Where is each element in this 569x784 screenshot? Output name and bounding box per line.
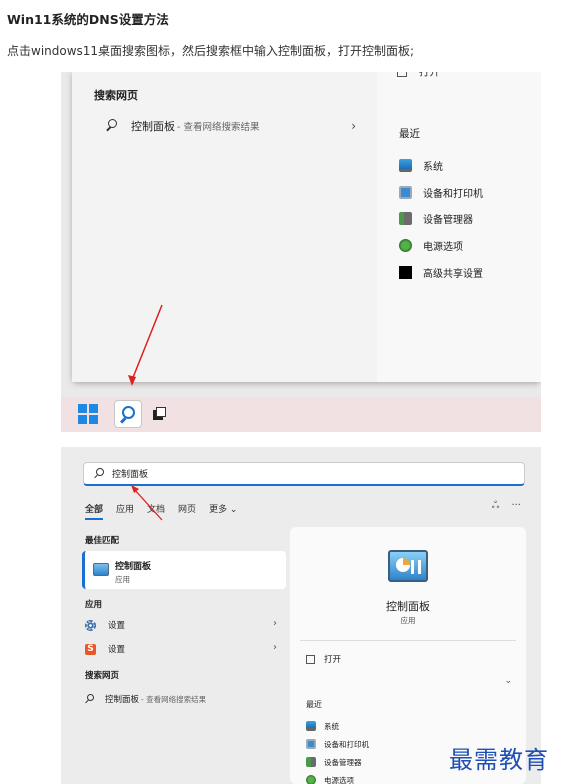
taskbar-search-button[interactable] (114, 400, 142, 428)
expand-chevron-icon[interactable]: ⌄ (504, 676, 512, 686)
control-panel-large-icon (388, 550, 428, 582)
gear-icon (85, 619, 96, 631)
search-icon (85, 693, 96, 705)
windows-start-icon[interactable] (78, 404, 98, 424)
red-arrow-annotation (128, 304, 163, 386)
printer-icon (306, 739, 316, 749)
best-match-type: 应用 (115, 575, 130, 584)
app-item-label: 设置 (108, 645, 126, 655)
recent-item-label: 系统 (324, 721, 339, 731)
open-action[interactable]: 打开 (306, 653, 341, 665)
s-app-icon: S (85, 643, 96, 655)
web-search-heading: 搜索网页 (85, 671, 120, 681)
chevron-right-icon[interactable]: › (273, 618, 277, 629)
red-arrow-annotation (131, 485, 163, 521)
app-item-settings[interactable]: 设置 › (85, 617, 277, 633)
web-search-result[interactable]: 控制面板 - 查看网络搜索结果 (85, 691, 285, 707)
article-title: Win11系统的DNS设置方法 (7, 12, 169, 27)
screenshot-start-search: 搜索网页 控制面板 - 查看网络搜索结果 › 打开 最近 系统 设备和打印机 设… (61, 72, 541, 432)
device-manager-icon (306, 757, 316, 767)
app-item-s-settings[interactable]: S 设置 › (85, 641, 277, 657)
divider (300, 640, 516, 641)
best-match-item[interactable]: 控制面板 应用 (82, 551, 286, 589)
detail-type: 应用 (400, 616, 416, 625)
watermark-logo: 最需教育 (449, 746, 549, 774)
best-match-heading: 最佳匹配 (85, 536, 120, 546)
taskbar (61, 397, 541, 432)
system-icon (306, 721, 316, 731)
screenshot-search-results: 控制面板 全部 应用 文档 网页 更多 ⌄ ஃ ··· 最佳匹配 控制面板 应用… (61, 447, 541, 784)
open-icon (306, 654, 315, 664)
article-intro: 点击windows11桌面搜索图标，然后搜索框中输入控制面板，打开控制面板; (7, 44, 415, 58)
recent-item-system[interactable]: 系统 (306, 719, 339, 733)
open-label: 打开 (324, 655, 342, 665)
best-match-name: 控制面板 (115, 562, 152, 572)
chevron-right-icon[interactable]: › (273, 642, 277, 653)
recent-item-label: 电源选项 (324, 775, 354, 784)
recent-item-printers[interactable]: 设备和打印机 (306, 737, 369, 751)
recent-item-label: 设备管理器 (324, 757, 362, 767)
task-view-icon[interactable] (153, 407, 167, 421)
web-result-sub: - 查看网络搜索结果 (141, 694, 207, 704)
power-options-icon (306, 775, 316, 784)
app-item-label: 设置 (108, 621, 126, 631)
recent-heading: 最近 (306, 700, 322, 709)
apps-heading: 应用 (85, 600, 103, 610)
recent-item-label: 设备和打印机 (324, 739, 369, 749)
web-result-label: 控制面板 (105, 695, 140, 705)
recent-item-device-manager[interactable]: 设备管理器 (306, 755, 362, 769)
detail-name: 控制面板 (386, 600, 430, 613)
recent-item-power[interactable]: 电源选项 (306, 773, 354, 784)
control-panel-icon (93, 563, 109, 576)
